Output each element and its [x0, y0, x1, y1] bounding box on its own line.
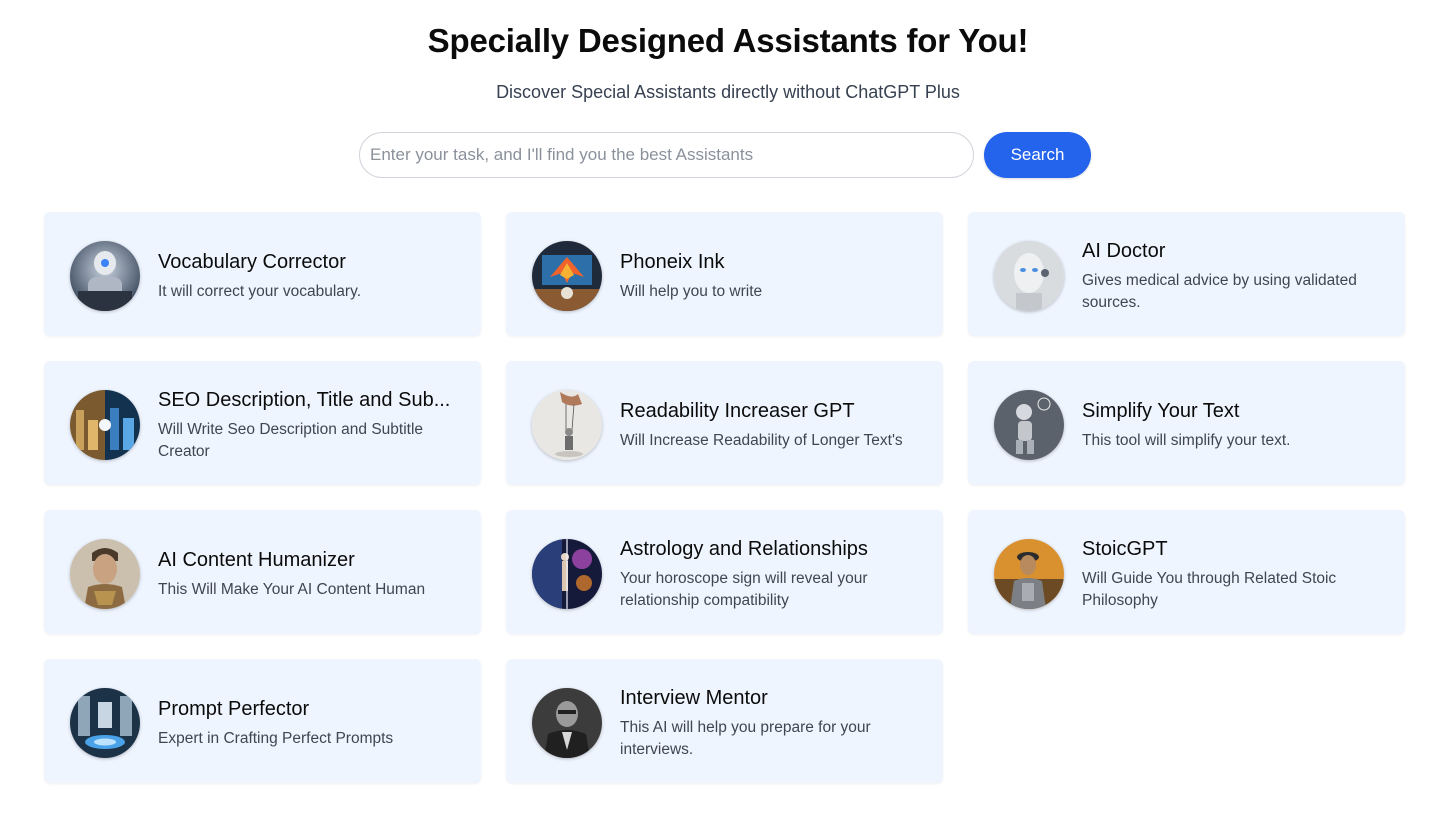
assistant-description: Will Write Seo Description and Subtitle … [158, 420, 424, 460]
assistant-title: Vocabulary Corrector [158, 250, 346, 273]
assistant-card-ai-content-humanizer[interactable]: AI Content Humanizer This Will Make Your… [44, 510, 481, 634]
android-face-icon [994, 241, 1064, 311]
assistant-title: Simplify Your Text [1082, 399, 1240, 422]
assistant-title: Astrology and Relationships [620, 537, 868, 560]
page-title: Specially Designed Assistants for You! [427, 22, 1029, 59]
assistant-description: This AI will help you prepare for your i… [620, 718, 871, 758]
assistant-title: Phoneix Ink [620, 250, 725, 273]
assistant-card-astrology-relationships[interactable]: Astrology and Relationships Your horosco… [506, 510, 943, 634]
assistant-description: Will Guide You through Related Stoic Phi… [1082, 569, 1337, 609]
assistant-card-stoicgpt[interactable]: StoicGPT Will Guide You through Related … [968, 510, 1405, 634]
assistant-title: StoicGPT [1082, 537, 1168, 560]
assistant-description: Will Increase Readability of Longer Text… [620, 431, 903, 449]
stoic-warrior-icon [994, 539, 1064, 609]
assistant-description: This Will Make Your AI Content Human [158, 580, 426, 598]
assistant-description: Will help you to write [620, 282, 763, 300]
phoenix-desk-icon [532, 241, 602, 311]
assistant-title: Prompt Perfector [158, 697, 310, 720]
assistant-description: This tool will simplify your text. [1082, 431, 1291, 449]
assistant-title: SEO Description, Title and Sub... [158, 388, 451, 411]
robot-writing-icon [70, 241, 140, 311]
assistant-description: It will correct your vocabulary. [158, 282, 361, 300]
assistant-card-prompt-perfector[interactable]: Prompt Perfector Expert in Crafting Perf… [44, 659, 481, 783]
assistant-title: Interview Mentor [620, 686, 768, 709]
assistant-description: Your horoscope sign will reveal your rel… [620, 569, 868, 609]
mentor-portrait-icon [532, 688, 602, 758]
assistant-description: Gives medical advice by using validated … [1082, 271, 1357, 311]
assistant-title: AI Content Humanizer [158, 548, 355, 571]
assistant-card-simplify-your-text[interactable]: Simplify Your Text This tool will simpli… [968, 361, 1405, 485]
assistant-title: AI Doctor [1082, 239, 1166, 262]
assistants-page: Specially Designed Assistants for You! D… [0, 0, 1456, 836]
cosmic-figure-icon [532, 539, 602, 609]
assistant-card-interview-mentor[interactable]: Interview Mentor This AI will help you p… [506, 659, 943, 783]
assistant-card-vocabulary-corrector[interactable]: Vocabulary Corrector It will correct you… [44, 212, 481, 336]
assistant-card-readability-increaser[interactable]: Readability Increaser GPT Will Increase … [506, 361, 943, 485]
assistant-description: Expert in Crafting Perfect Prompts [158, 729, 394, 747]
robot-thinking-icon [994, 390, 1064, 460]
assistants-grid: Vocabulary Corrector It will correct you… [44, 212, 1406, 783]
futuristic-lab-icon [70, 688, 140, 758]
search-input[interactable] [359, 132, 974, 178]
split-city-icon [70, 390, 140, 460]
assistant-card-ai-doctor[interactable]: AI Doctor Gives medical advice by using … [968, 212, 1405, 336]
page-subtitle: Discover Special Assistants directly wit… [496, 82, 960, 102]
search-button[interactable]: Search [984, 132, 1091, 178]
cyborg-man-icon [70, 539, 140, 609]
assistant-card-seo-description[interactable]: SEO Description, Title and Sub... Will W… [44, 361, 481, 485]
assistant-card-phoneix-ink[interactable]: Phoneix Ink Will help you to write [506, 212, 943, 336]
puppet-hand-icon [532, 390, 602, 460]
assistant-title: Readability Increaser GPT [620, 399, 855, 422]
